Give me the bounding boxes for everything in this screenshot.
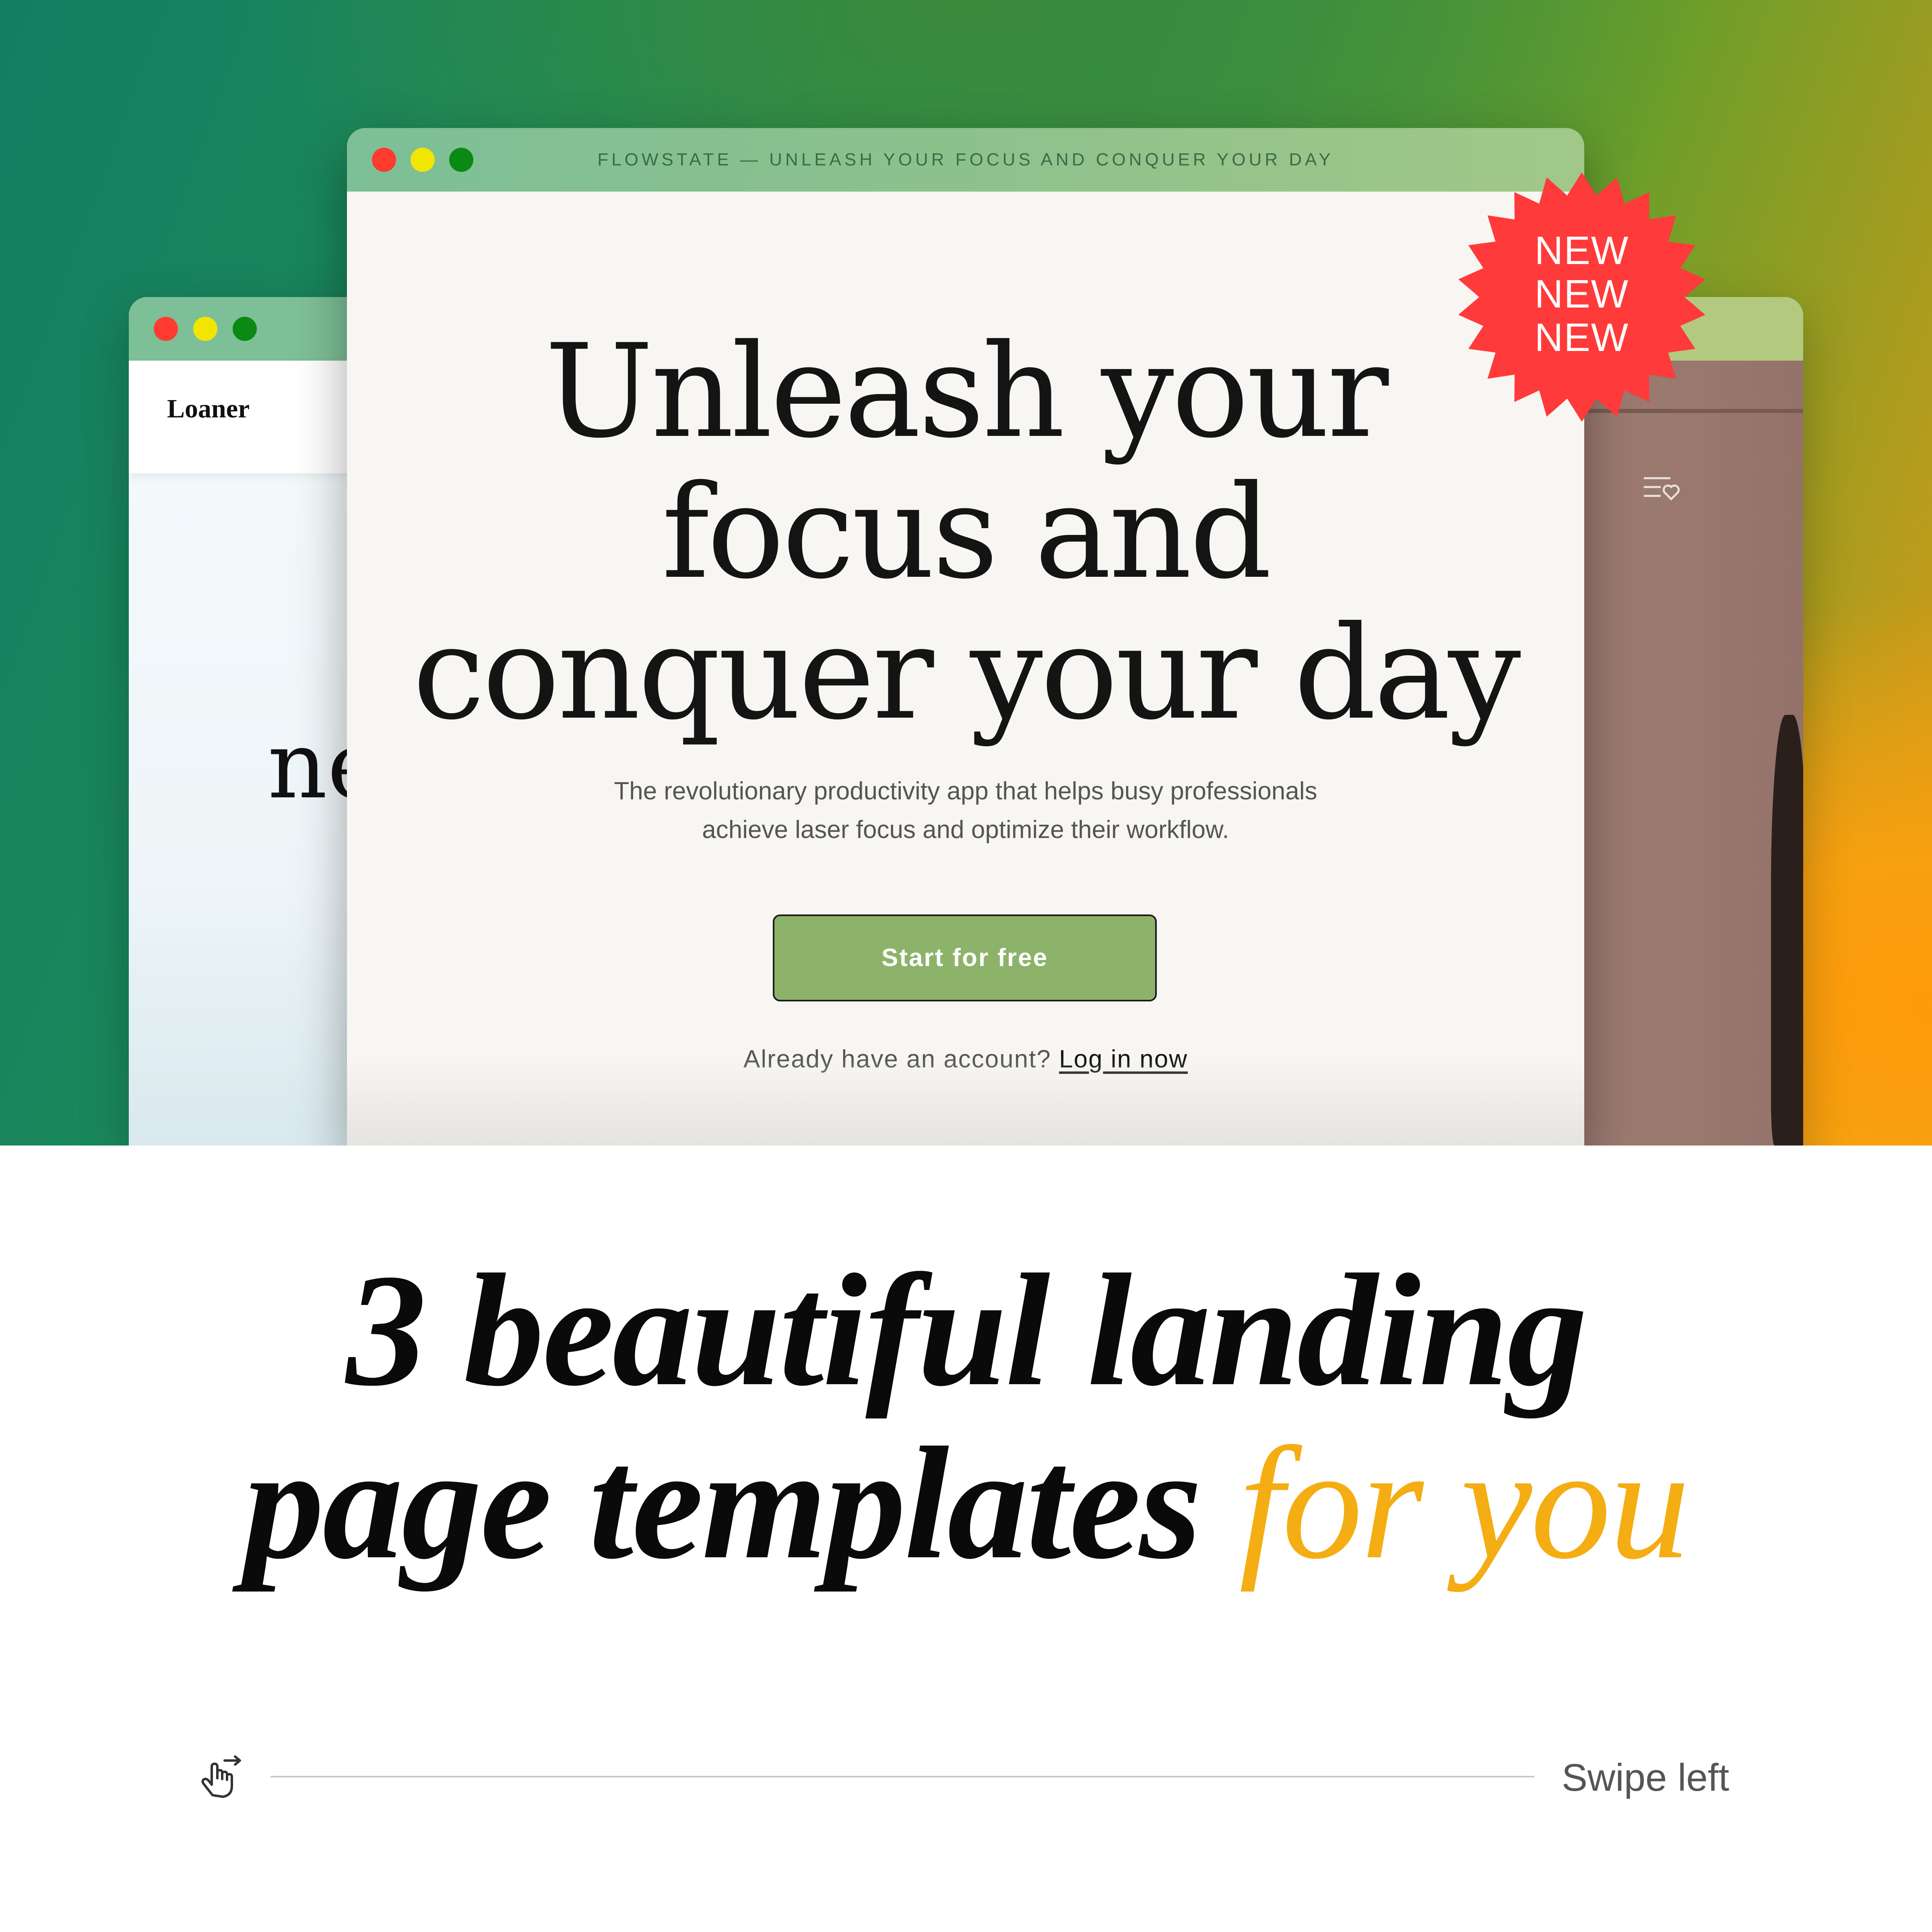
window-titlebar: FLOWSTATE — UNLEASH YOUR FOCUS AND CONQU… (347, 128, 1584, 192)
badge-label: NEW NEW NEW (1453, 229, 1711, 359)
hero-subtext: The revolutionary productivity app that … (508, 772, 1423, 849)
start-for-free-button[interactable]: Start for free (773, 914, 1157, 1001)
window-title: FLOWSTATE — UNLEASH YOUR FOCUS AND CONQU… (597, 150, 1334, 169)
brand-logo[interactable]: Loaner (167, 394, 250, 424)
subtext-line: achieve laser focus and optimize their w… (702, 816, 1229, 844)
close-dot[interactable] (154, 317, 178, 341)
hero-background: Loaner ne FLOWSTATE — UNLEASH YOUR FOCUS… (0, 0, 1932, 1146)
maximize-dot[interactable] (233, 317, 257, 341)
heading-line: 3 beautiful landing (346, 1241, 1587, 1419)
browser-window-flowstate[interactable]: FLOWSTATE — UNLEASH YOUR FOCUS AND CONQU… (347, 128, 1584, 1146)
swipe-divider (270, 1776, 1534, 1777)
badge-line: NEW (1534, 272, 1629, 316)
page-heading: 3 beautiful landing page templates for y… (0, 1244, 1932, 1590)
subtext-line: The revolutionary productivity app that … (614, 777, 1317, 805)
badge-line: NEW (1534, 228, 1629, 272)
hero-headline: Unleash your focus and conquer your day (347, 321, 1584, 744)
minimize-dot[interactable] (193, 317, 217, 341)
headline-line: Unleash your (545, 317, 1389, 466)
swipe-hand-icon (201, 1755, 241, 1798)
heading-main: page templates (244, 1414, 1202, 1592)
heading-line: page templates for you (0, 1417, 1932, 1590)
bottom-shade (347, 1057, 1584, 1146)
badge-line: NEW (1534, 315, 1629, 359)
menu-heart-icon[interactable] (1642, 474, 1682, 502)
headline-line: conquer your day (413, 599, 1521, 748)
swipe-label: Swipe left (1562, 1756, 1730, 1799)
photo-silhouette (1771, 715, 1803, 1146)
new-badge: NEW NEW NEW (1453, 168, 1711, 426)
headline-line: focus and (661, 458, 1272, 607)
heading-accent: for you (1239, 1414, 1690, 1592)
